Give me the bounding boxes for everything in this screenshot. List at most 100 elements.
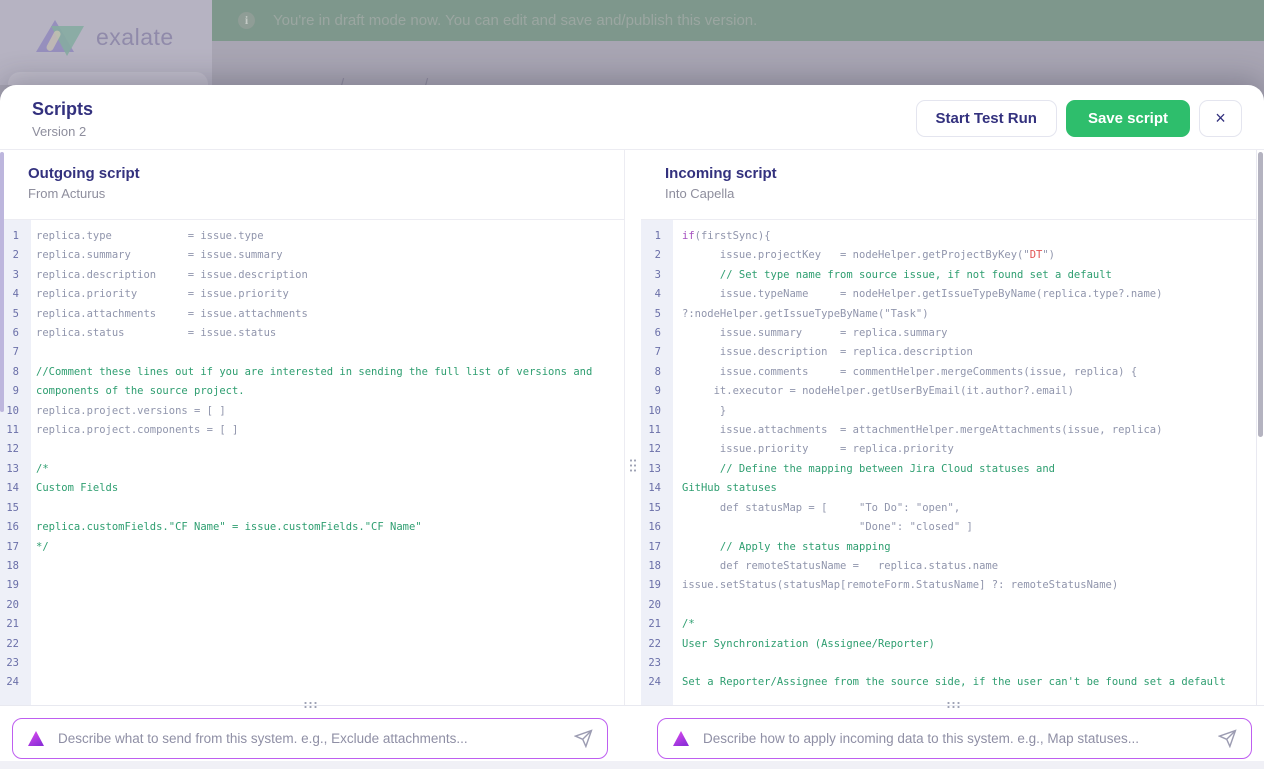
close-button[interactable]: × [1199, 100, 1242, 137]
line-number: 2 [641, 246, 673, 265]
line-number: 14 [641, 479, 673, 498]
incoming-scrollbar-thumb[interactable] [1258, 152, 1263, 437]
code-text: replica.summary = issue.summary [31, 246, 624, 265]
script-panels: Outgoing script From Acturus 1replica.ty… [0, 150, 1264, 706]
outgoing-scrollbar-thumb[interactable] [0, 152, 4, 412]
line-number: 22 [641, 635, 673, 654]
dimmed-sidebar-card [8, 72, 208, 85]
code-line: 1replica.type = issue.type [0, 227, 624, 246]
incoming-panel: Incoming script Into Capella 1if(firstSy… [641, 150, 1264, 705]
code-text [31, 576, 624, 595]
code-text [31, 343, 624, 362]
incoming-code-editor[interactable]: 1if(firstSync){2 issue.projectKey = node… [641, 220, 1264, 705]
outgoing-assistant-input[interactable] [58, 731, 574, 746]
code-text: issue.projectKey = nodeHelper.getProject… [673, 246, 1254, 265]
code-line: 12 issue.priority = replica.priority [641, 440, 1254, 459]
incoming-subtitle: Into Capella [665, 186, 1264, 201]
line-number: 7 [0, 343, 31, 362]
code-text [31, 615, 624, 634]
line-number: 11 [641, 421, 673, 440]
incoming-resize-handle[interactable] [946, 701, 960, 709]
code-text: issue.comments = commentHelper.mergeComm… [673, 363, 1254, 382]
line-number: 4 [0, 285, 31, 304]
incoming-panel-header: Incoming script Into Capella [641, 150, 1264, 220]
outgoing-subtitle: From Acturus [28, 186, 624, 201]
code-line: 6 issue.summary = replica.summary [641, 324, 1254, 343]
code-line: 5?:nodeHelper.getIssueTypeByName("Task") [641, 305, 1254, 324]
incoming-scrollbar-track[interactable] [1256, 150, 1264, 705]
send-icon [574, 729, 593, 748]
code-text: } [673, 402, 1254, 421]
line-number: 15 [641, 499, 673, 518]
line-number: 22 [0, 635, 31, 654]
incoming-title: Incoming script [665, 165, 1264, 182]
incoming-assistant-input[interactable] [703, 731, 1218, 746]
outgoing-code-editor[interactable]: 1replica.type = issue.type2replica.summa… [0, 220, 624, 705]
code-text: replica.priority = issue.priority [31, 285, 624, 304]
line-number: 13 [641, 460, 673, 479]
outgoing-send-button[interactable] [574, 729, 593, 748]
assistant-triangle-icon [672, 730, 690, 747]
code-line: 22 [0, 635, 624, 654]
code-text: replica.status = issue.status [31, 324, 624, 343]
line-number: 16 [0, 518, 31, 537]
code-line: 12 [0, 440, 624, 459]
code-text: // Apply the status mapping [673, 538, 1254, 557]
code-text: replica.customFields."CF Name" = issue.c… [31, 518, 624, 537]
code-text [31, 673, 624, 692]
code-line: 21/* [641, 615, 1254, 634]
save-script-button[interactable]: Save script [1066, 100, 1190, 137]
outgoing-assistant-input-box[interactable] [12, 718, 608, 759]
code-line: 4 issue.typeName = nodeHelper.getIssueTy… [641, 285, 1254, 304]
exalate-logo-icon [34, 16, 86, 58]
code-text: /* [31, 460, 624, 479]
code-line: 22User Synchronization (Assignee/Reporte… [641, 635, 1254, 654]
line-number: 1 [0, 227, 31, 246]
line-number: 10 [0, 402, 31, 421]
code-text: "Done": "closed" ] [673, 518, 1254, 537]
code-line: 3replica.description = issue.description [0, 266, 624, 285]
outgoing-panel: Outgoing script From Acturus 1replica.ty… [0, 150, 625, 705]
line-number: 9 [0, 382, 31, 401]
code-text: replica.attachments = issue.attachments [31, 305, 624, 324]
line-number: 12 [0, 440, 31, 459]
code-text [31, 557, 624, 576]
code-line: 7 issue.description = replica.descriptio… [641, 343, 1254, 362]
code-text [31, 654, 624, 673]
code-line: 13 // Define the mapping between Jira Cl… [641, 460, 1254, 479]
info-circle-icon: i [238, 12, 255, 29]
outgoing-panel-header: Outgoing script From Acturus [0, 150, 624, 220]
code-text: /* [673, 615, 1254, 634]
line-number: 7 [641, 343, 673, 362]
outgoing-resize-handle[interactable] [303, 701, 317, 709]
code-line: 11replica.project.components = [ ] [0, 421, 624, 440]
code-line: 11 issue.attachments = attachmentHelper.… [641, 421, 1254, 440]
code-line: 2replica.summary = issue.summary [0, 246, 624, 265]
code-line: 15 def statusMap = [ "To Do": "open", [641, 499, 1254, 518]
line-number: 3 [0, 266, 31, 285]
line-number: 3 [641, 266, 673, 285]
code-text [31, 499, 624, 518]
line-number: 23 [0, 654, 31, 673]
code-text [31, 596, 624, 615]
divider-resize-handle[interactable] [629, 458, 637, 472]
incoming-send-button[interactable] [1218, 729, 1237, 748]
start-test-run-button[interactable]: Start Test Run [916, 100, 1057, 137]
code-line: 20 [0, 596, 624, 615]
code-line: 1if(firstSync){ [641, 227, 1254, 246]
breadcrumb-slash: / [340, 76, 344, 85]
code-text: replica.type = issue.type [31, 227, 624, 246]
draft-mode-banner-text: You're in draft mode now. You can edit a… [273, 12, 757, 29]
line-number: 6 [0, 324, 31, 343]
code-text: // Define the mapping between Jira Cloud… [673, 460, 1254, 479]
code-line: 9components of the source project. [0, 382, 624, 401]
code-text: if(firstSync){ [673, 227, 1254, 246]
code-text: replica.project.components = [ ] [31, 421, 624, 440]
code-line: 7 [0, 343, 624, 362]
code-line: 18 [0, 557, 624, 576]
code-line: 23 [641, 654, 1254, 673]
line-number: 5 [641, 305, 673, 324]
code-line: 23 [0, 654, 624, 673]
incoming-assistant-input-box[interactable] [657, 718, 1252, 759]
code-text: def statusMap = [ "To Do": "open", [673, 499, 1254, 518]
